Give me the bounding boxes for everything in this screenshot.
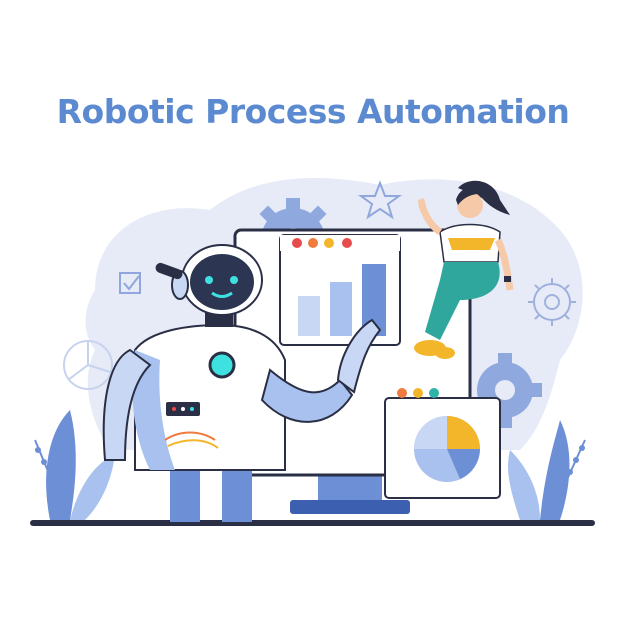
pie-chart-icon bbox=[384, 388, 501, 499]
illustration bbox=[30, 177, 595, 526]
bar-chart-icon bbox=[279, 234, 401, 346]
ground-line bbox=[30, 520, 595, 526]
